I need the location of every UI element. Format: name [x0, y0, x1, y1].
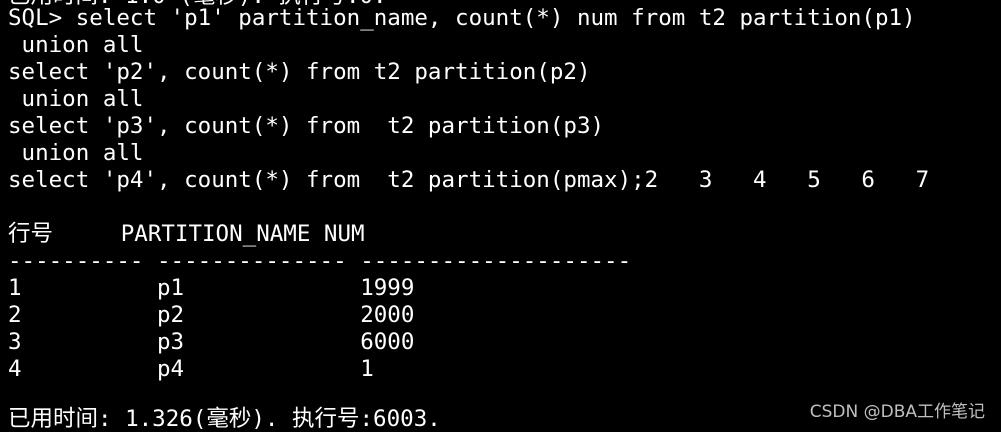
result-row: 2 p2 2000 — [8, 302, 415, 328]
watermark: CSDN @DBA工作笔记 — [809, 402, 985, 422]
sql-line-2: union all — [8, 32, 144, 58]
terminal-window[interactable]: 已用时间: 1.0 (毫秒). 执行号:0. SQL> select 'p1' … — [0, 0, 1001, 432]
sql-line-6: union all — [8, 140, 144, 166]
sql-line-5: select 'p3', count(*) from t2 partition(… — [8, 113, 605, 139]
result-row: 3 p3 6000 — [8, 329, 415, 355]
result-separator: ---------- -------------- --------------… — [8, 248, 632, 274]
result-row: 1 p1 1999 — [8, 275, 415, 301]
sql-line-7: select 'p4', count(*) from t2 partition(… — [8, 167, 930, 193]
sql-line-3: select 'p2', count(*) from t2 partition(… — [8, 59, 591, 85]
sql-line-4: union all — [8, 86, 144, 112]
result-header: 行号 PARTITION_NAME NUM — [8, 221, 365, 247]
sql-line-1: SQL> select 'p1' partition_name, count(*… — [8, 5, 916, 31]
result-row: 4 p4 1 — [8, 356, 374, 382]
elapsed-time-line: 已用时间: 1.326(毫秒). 执行号:6003. — [8, 406, 441, 432]
